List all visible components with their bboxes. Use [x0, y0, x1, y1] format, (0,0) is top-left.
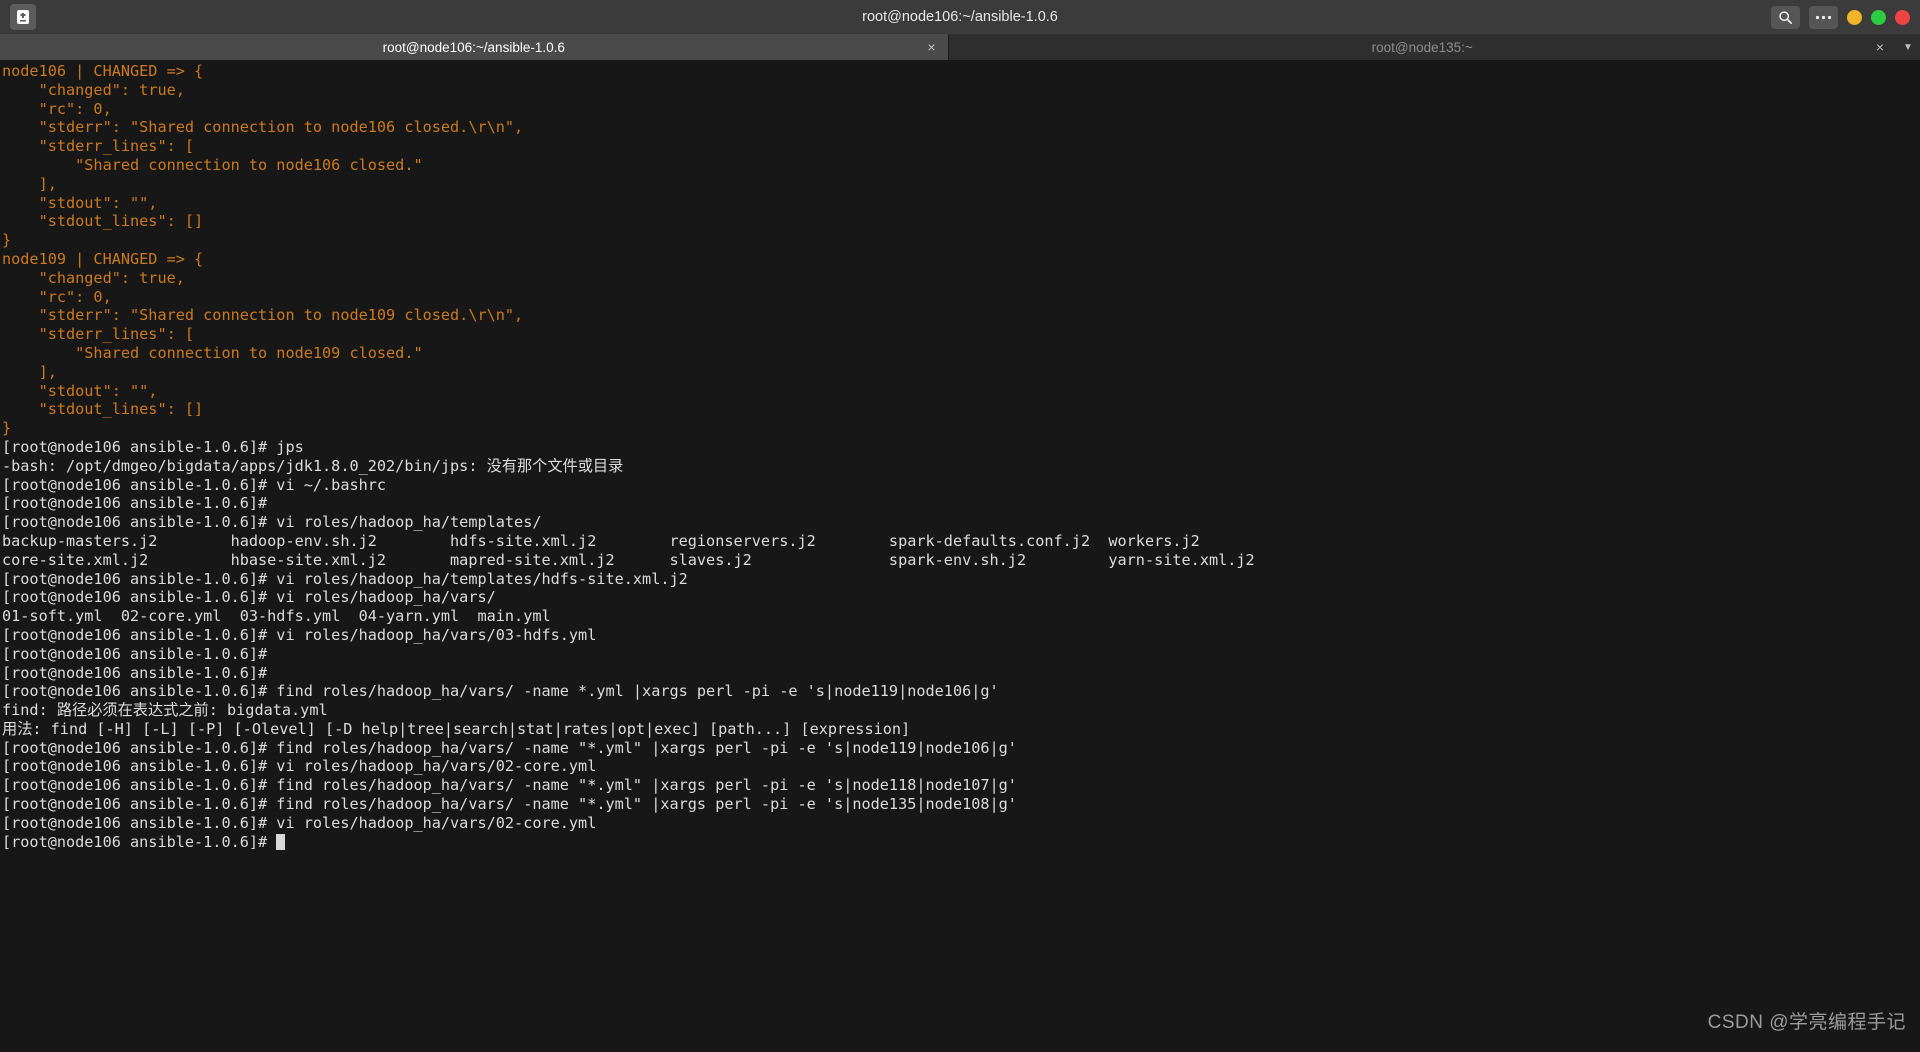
- terminal-line: find: 路径必须在表达式之前: bigdata.yml: [2, 701, 328, 720]
- watermark: CSDN @学亮编程手记: [1707, 1012, 1906, 1033]
- maximize-button[interactable]: [1871, 9, 1886, 25]
- tab-root-node106[interactable]: root@node106:~/ansible-1.0.6 ×: [0, 34, 948, 60]
- terminal-output[interactable]: node106 | CHANGED => { "changed": true, …: [0, 60, 1920, 1052]
- terminal-line: [root@node106 ansible-1.0.6]# vi roles/h…: [2, 625, 597, 644]
- tab-label: root@node135:~: [1371, 39, 1473, 55]
- terminal-line: }: [2, 419, 12, 438]
- terminal-line: [root@node106 ansible-1.0.6]#: [2, 663, 268, 682]
- terminal-line: [root@node106 ansible-1.0.6]# vi roles/h…: [2, 813, 597, 832]
- terminal-line: [root@node106 ansible-1.0.6]# jps: [2, 437, 304, 456]
- terminal-glyph-icon: [17, 10, 29, 24]
- terminal-line: "stderr": "Shared connection to node106 …: [2, 118, 524, 137]
- chevron-down-icon[interactable]: ▼: [1896, 34, 1920, 60]
- terminal-line: ],: [2, 362, 57, 381]
- terminal-line: "rc": 0,: [2, 287, 112, 306]
- terminal-line: ],: [2, 174, 57, 193]
- terminal-line: "stderr_lines": [: [2, 325, 195, 344]
- tab-close-icon[interactable]: ×: [1876, 40, 1884, 54]
- terminal-line: "stdout": "",: [2, 381, 158, 400]
- close-button[interactable]: [1895, 9, 1910, 25]
- terminal-line: 01-soft.yml 02-core.yml 03-hdfs.yml 04-y…: [2, 607, 551, 626]
- terminal-line: }: [2, 231, 12, 250]
- terminal-cursor: [276, 833, 286, 850]
- terminal-line: [root@node106 ansible-1.0.6]# vi roles/h…: [2, 513, 542, 532]
- terminal-line: [root@node106 ansible-1.0.6]# find roles…: [2, 682, 999, 701]
- minimize-button[interactable]: [1847, 9, 1862, 25]
- terminal-line: [root@node106 ansible-1.0.6]#: [2, 644, 268, 663]
- terminal-lines: node106 | CHANGED => { "changed": true, …: [2, 62, 1920, 833]
- window-titlebar: root@node106:~/ansible-1.0.6: [0, 0, 1920, 34]
- search-glyph-icon: [1779, 10, 1792, 24]
- tab-close-icon[interactable]: ×: [927, 40, 935, 54]
- terminal-line: node109 | CHANGED => {: [2, 249, 204, 268]
- terminal-line: [root@node106 ansible-1.0.6]# find roles…: [2, 776, 1017, 795]
- tab-root-node135[interactable]: root@node135:~ ×: [949, 34, 1897, 60]
- terminal-line: "stdout": "",: [2, 193, 158, 212]
- terminal-line: "stdout_lines": []: [2, 212, 204, 231]
- terminal-line: [root@node106 ansible-1.0.6]# find roles…: [2, 738, 1017, 757]
- terminal-line: backup-masters.j2 hadoop-env.sh.j2 hdfs-…: [2, 531, 1200, 550]
- terminal-line: node106 | CHANGED => {: [2, 62, 204, 80]
- tab-bar: root@node106:~/ansible-1.0.6 × root@node…: [0, 34, 1920, 60]
- terminal-line: "Shared connection to node106 closed.": [2, 155, 423, 174]
- terminal-line: "changed": true,: [2, 80, 185, 99]
- more-options-icon[interactable]: [1809, 5, 1838, 29]
- window-title: root@node106:~/ansible-1.0.6: [862, 9, 1058, 25]
- terminal-line: [root@node106 ansible-1.0.6]#: [2, 494, 268, 513]
- terminal-line: "stdout_lines": []: [2, 400, 204, 419]
- terminal-prompt-line: [root@node106 ansible-1.0.6]#: [2, 833, 1920, 852]
- search-icon[interactable]: [1771, 5, 1800, 29]
- tab-label: root@node106:~/ansible-1.0.6: [382, 39, 565, 55]
- terminal-line: [root@node106 ansible-1.0.6]# find roles…: [2, 795, 1017, 814]
- terminal-line: [root@node106 ansible-1.0.6]# vi roles/h…: [2, 757, 597, 776]
- terminal-line: -bash: /opt/dmgeo/bigdata/apps/jdk1.8.0_…: [2, 456, 624, 475]
- terminal-line: "stderr": "Shared connection to node109 …: [2, 306, 524, 325]
- terminal-icon[interactable]: [10, 4, 36, 30]
- prompt-text: [root@node106 ansible-1.0.6]#: [2, 832, 277, 851]
- terminal-line: "rc": 0,: [2, 99, 112, 118]
- terminal-line: [root@node106 ansible-1.0.6]# vi roles/h…: [2, 588, 496, 607]
- terminal-line: "changed": true,: [2, 268, 185, 287]
- ellipsis-glyph-icon: [1815, 15, 1832, 19]
- terminal-line: "Shared connection to node109 closed.": [2, 343, 423, 362]
- terminal-line: "stderr_lines": [: [2, 137, 195, 156]
- terminal-line: [root@node106 ansible-1.0.6]# vi roles/h…: [2, 569, 688, 588]
- terminal-line: 用法: find [-H] [-L] [-P] [-Olevel] [-D he…: [2, 719, 911, 738]
- terminal-line: core-site.xml.j2 hbase-site.xml.j2 mapre…: [2, 550, 1255, 569]
- window-controls: [1771, 0, 1910, 34]
- terminal-line: [root@node106 ansible-1.0.6]# vi ~/.bash…: [2, 475, 387, 494]
